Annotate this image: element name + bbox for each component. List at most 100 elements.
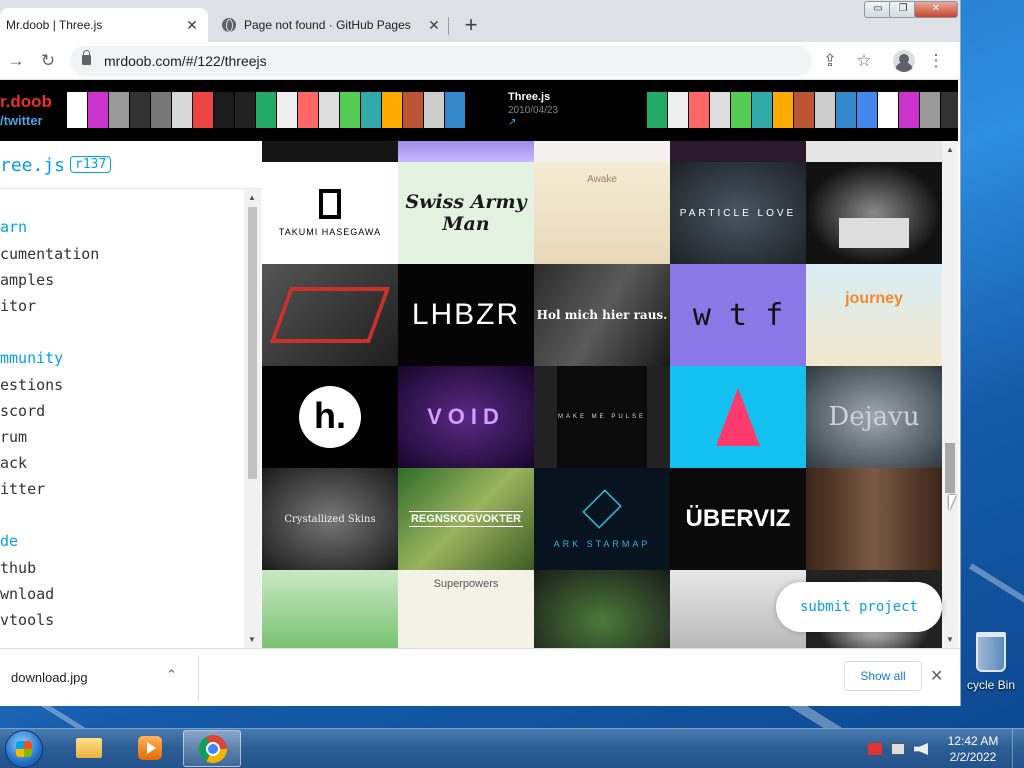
project-thumbnail[interactable] <box>815 92 835 128</box>
project-tile-partial[interactable] <box>398 141 534 162</box>
project-thumbnail[interactable] <box>794 92 814 128</box>
network-icon[interactable] <box>891 743 905 755</box>
project-tile-partial[interactable] <box>670 141 806 162</box>
sidebar-scrollbar-thumb[interactable] <box>248 207 257 479</box>
project-thumbnail[interactable] <box>899 92 919 128</box>
sidebar-item-examples[interactable]: amples <box>0 271 54 289</box>
project-thumbnail[interactable] <box>361 92 381 128</box>
project-tile[interactable]: w t f <box>670 264 806 366</box>
project-tile-partial[interactable] <box>806 141 942 162</box>
project-thumbnail[interactable] <box>88 92 108 128</box>
close-downloads-icon[interactable]: ✕ <box>930 666 943 686</box>
sidebar-item-github[interactable]: thub <box>0 559 36 577</box>
sidebar-item-twitter[interactable]: itter <box>0 480 45 498</box>
sidebar-item-download[interactable]: wnload <box>0 585 54 603</box>
project-thumbnail[interactable] <box>382 92 402 128</box>
project-tile[interactable] <box>806 162 942 264</box>
project-thumbnail[interactable] <box>172 92 192 128</box>
project-thumbnail[interactable] <box>710 92 730 128</box>
project-thumbnail[interactable] <box>193 92 213 128</box>
project-tile[interactable]: ÜBERVIZ <box>670 468 806 570</box>
project-thumbnail[interactable] <box>941 92 958 128</box>
project-thumbnail[interactable] <box>836 92 856 128</box>
project-thumbnail[interactable] <box>151 92 171 128</box>
project-thumbnail[interactable] <box>445 92 465 128</box>
project-thumbnail[interactable] <box>424 92 444 128</box>
tab-github-pages[interactable]: Page not found · GitHub Pages ✕ <box>212 8 450 42</box>
project-thumbnail[interactable] <box>130 92 150 128</box>
sidebar-item-discord[interactable]: scord <box>0 402 45 420</box>
project-tile[interactable]: MAKE ME PULSE <box>557 366 647 468</box>
twitter-link[interactable]: /twitter <box>0 111 52 130</box>
submit-project-button[interactable]: submit project <box>776 582 942 632</box>
project-tile[interactable]: ARK STARMAP <box>534 468 670 570</box>
project-tile[interactable]: PARTICLE LOVE <box>670 162 806 264</box>
project-thumbnail[interactable] <box>920 92 940 128</box>
project-thumbnail[interactable] <box>403 92 423 128</box>
sidebar-item-forum[interactable]: rum <box>0 428 27 446</box>
project-tile[interactable]: h. <box>262 366 398 468</box>
sidebar-item-questions[interactable]: estions <box>0 376 63 394</box>
project-thumbnail[interactable] <box>277 92 297 128</box>
project-thumbnail[interactable] <box>773 92 793 128</box>
project-tile[interactable] <box>670 366 806 468</box>
project-thumbnail[interactable] <box>731 92 751 128</box>
project-tile[interactable]: TAKUMI HASEGAWA <box>262 162 398 264</box>
chevron-up-icon[interactable]: ⌃ <box>166 667 177 683</box>
project-thumbnail[interactable] <box>67 92 87 128</box>
scroll-up-arrow-icon[interactable]: ▲ <box>946 145 954 154</box>
show-desktop-button[interactable] <box>1012 729 1024 768</box>
menu-kebab-icon[interactable]: ⋮ <box>924 49 948 73</box>
recycle-bin-icon[interactable]: cycle Bin <box>958 632 1024 692</box>
sidebar-item-slack[interactable]: ack <box>0 454 27 472</box>
sidebar-item-editor[interactable]: itor <box>0 297 36 315</box>
mrdoob-logo[interactable]: r.doob /twitter <box>0 92 52 130</box>
project-thumbnail[interactable] <box>214 92 234 128</box>
project-tile-partial[interactable] <box>262 141 398 162</box>
bookmark-star-icon[interactable]: ☆ <box>852 49 876 73</box>
close-tab-icon[interactable]: ✕ <box>426 17 442 33</box>
project-thumbnail[interactable] <box>752 92 772 128</box>
profile-avatar[interactable] <box>893 50 915 72</box>
show-all-button[interactable]: Show all <box>844 661 922 691</box>
page-scrollbar[interactable]: ▲ ▼ <box>942 141 958 648</box>
sidebar-item-devtools[interactable]: vtools <box>0 611 54 629</box>
project-tile[interactable]: REGNSKOGVOKTER <box>398 468 534 570</box>
sidebar-item-documentation[interactable]: cumentation <box>0 245 99 263</box>
project-tile[interactable]: Crystallized Skins <box>262 468 398 570</box>
download-filename[interactable]: download.jpg <box>11 670 88 685</box>
system-clock[interactable]: 12:42 AM 2/2/2022 <box>940 733 1006 765</box>
external-link-icon[interactable]: ↗ <box>508 117 516 128</box>
project-thumbnail[interactable] <box>340 92 360 128</box>
project-tile[interactable]: Superpowers <box>398 570 534 648</box>
share-icon[interactable]: ⇪ <box>818 49 842 73</box>
scroll-down-arrow-icon[interactable]: ▼ <box>248 635 256 644</box>
action-center-icon[interactable] <box>868 743 882 755</box>
project-tile-partial[interactable] <box>534 141 670 162</box>
new-tab-button[interactable]: + <box>458 13 484 39</box>
project-thumbnail-strip-right[interactable] <box>647 92 958 128</box>
project-tile[interactable] <box>262 264 398 366</box>
project-thumbnail[interactable] <box>256 92 276 128</box>
revision-badge[interactable]: r137 <box>70 156 112 173</box>
close-tab-icon[interactable]: ✕ <box>184 17 200 33</box>
project-thumbnail[interactable] <box>689 92 709 128</box>
taskbar-explorer[interactable] <box>60 730 118 767</box>
project-thumbnail[interactable] <box>319 92 339 128</box>
scroll-down-arrow-icon[interactable]: ▼ <box>946 635 954 644</box>
reload-icon[interactable]: ↻ <box>36 49 60 73</box>
taskbar-media-player[interactable] <box>120 730 178 767</box>
project-tile[interactable]: Awake <box>534 162 670 264</box>
project-thumbnail[interactable] <box>878 92 898 128</box>
taskbar-chrome[interactable] <box>183 730 241 767</box>
project-tile[interactable] <box>806 468 942 570</box>
project-tile[interactable]: Hol mich hier raus. <box>534 264 670 366</box>
url-text[interactable]: mrdoob.com/#/122/threejs <box>104 53 267 69</box>
project-thumbnail[interactable] <box>235 92 255 128</box>
project-tile[interactable]: journey <box>806 264 942 366</box>
project-thumbnail[interactable] <box>647 92 667 128</box>
project-thumbnail[interactable] <box>857 92 877 128</box>
project-thumbnail[interactable] <box>109 92 129 128</box>
project-tile[interactable]: LHBZR <box>398 264 534 366</box>
maximize-button[interactable]: ❐ <box>889 1 917 18</box>
